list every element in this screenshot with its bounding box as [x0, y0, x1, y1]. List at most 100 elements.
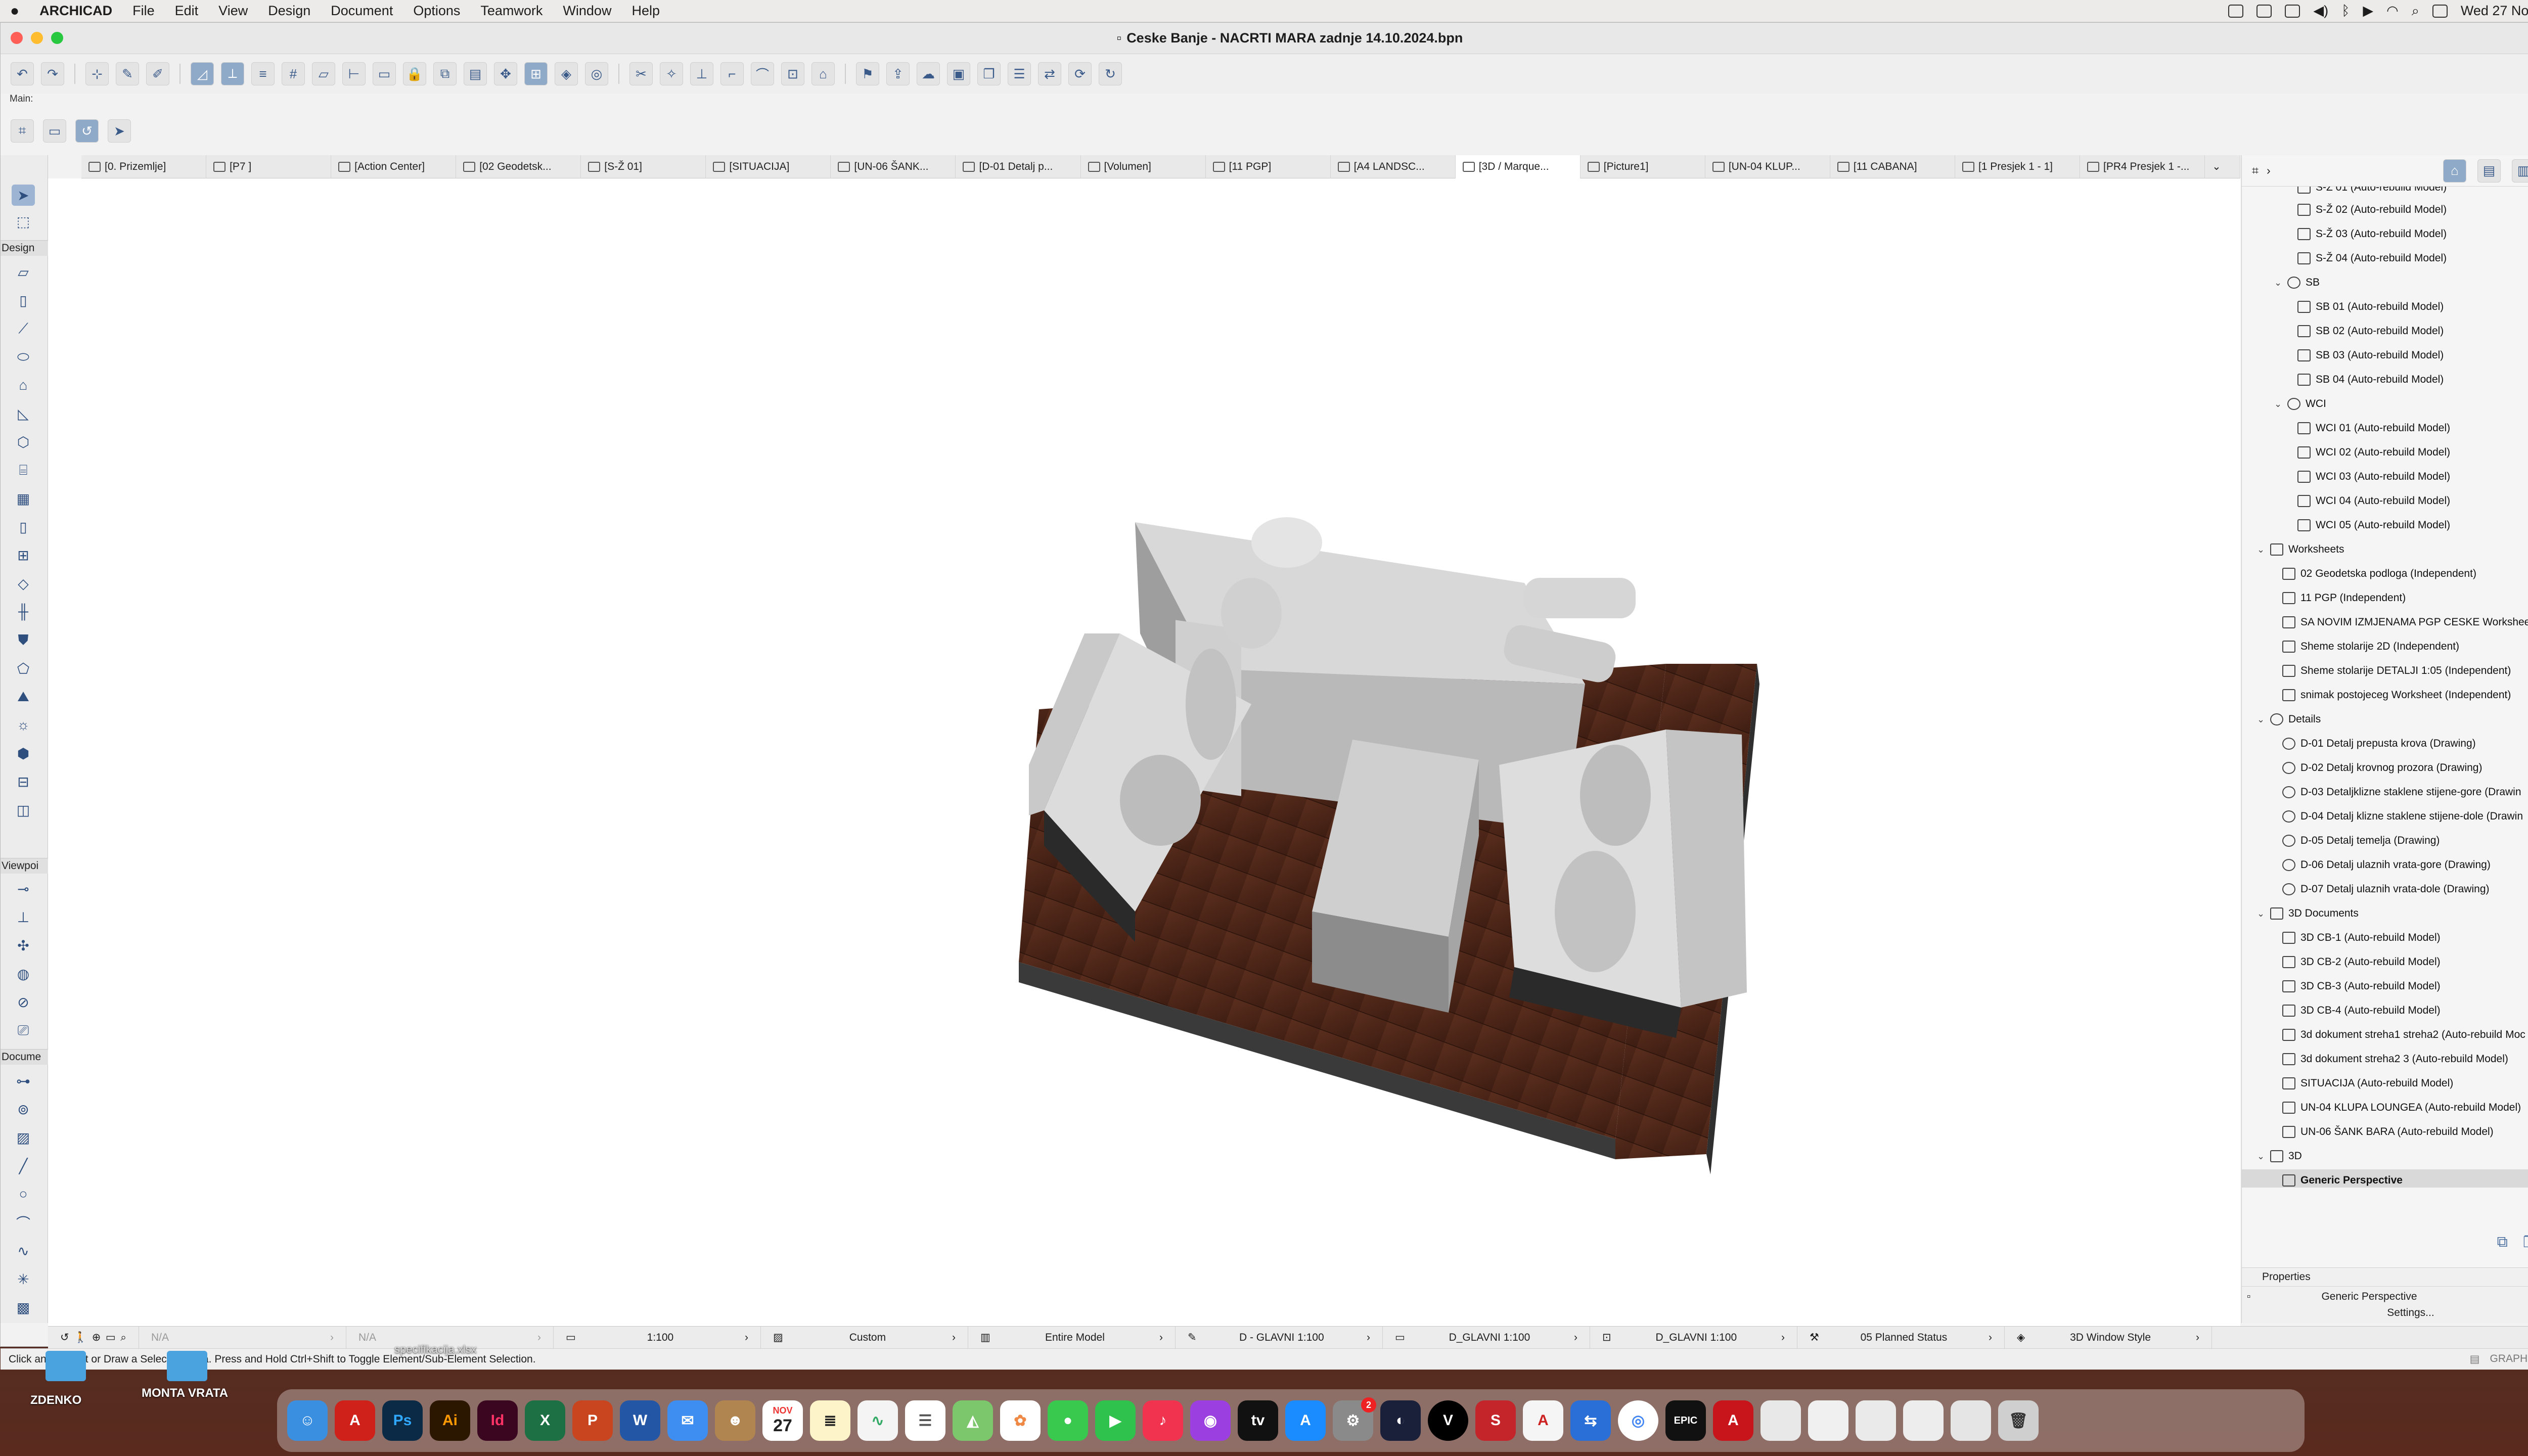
tree-item[interactable]: 3d dokument streha2 3 (Auto-rebuild Mode… — [2282, 1048, 2508, 1070]
acrobat-reader-icon[interactable]: A — [1713, 1400, 1753, 1441]
tree-item[interactable]: SITUACIJA (Auto-rebuild Model) — [2282, 1072, 2453, 1095]
tree-item[interactable]: SB 02 (Auto-rebuild Model) — [2297, 320, 2444, 342]
calendar-icon[interactable]: NOV 27 — [762, 1400, 803, 1441]
archicad-icon[interactable]: A — [1523, 1400, 1563, 1441]
view-map-icon[interactable]: ▤ — [2477, 159, 2501, 183]
photoshop-icon[interactable]: Ps — [382, 1400, 423, 1441]
tab-un04[interactable]: [UN-04 KLUP... — [1705, 155, 1830, 178]
tree-item[interactable]: S-Ž 01 (Auto-rebuild Model) — [2297, 187, 2447, 199]
zoom-window-button[interactable] — [51, 32, 63, 44]
tree-item[interactable]: WCI 05 (Auto-rebuild Model) — [2297, 514, 2450, 536]
tree-folder-wci[interactable]: ⌄ WCI — [2274, 393, 2326, 415]
document-thumbnail-icon[interactable] — [1951, 1400, 1991, 1441]
cut-icon[interactable]: ✂ — [629, 62, 653, 85]
menu-help[interactable]: Help — [621, 3, 670, 19]
equipment-tool-icon[interactable]: ⬢ — [12, 743, 35, 764]
document-thumbnail-icon[interactable] — [1856, 1400, 1896, 1441]
tree-item[interactable]: D-02 Detalj krovnog prozora (Drawing) — [2282, 757, 2482, 779]
clock[interactable]: Wed 27 Nov 13:25 — [2461, 3, 2528, 19]
align-icon[interactable]: ≡ — [251, 62, 275, 85]
split-icon[interactable]: ⊥ — [690, 62, 713, 85]
model-view-field[interactable]: ▥ Entire Model › — [968, 1326, 1176, 1349]
new-view-icon[interactable]: ⧉ — [2497, 1234, 2508, 1251]
illustrator-icon[interactable]: Ai — [430, 1400, 470, 1441]
adjust-icon[interactable]: ⌐ — [720, 62, 744, 85]
vectorworks-icon[interactable]: V — [1428, 1400, 1468, 1441]
minimize-window-button[interactable] — [31, 32, 43, 44]
settings-button[interactable]: Settings... — [2242, 1307, 2528, 1319]
acrobat-icon[interactable]: A — [335, 1400, 375, 1441]
epic-icon[interactable]: EPIC — [1665, 1400, 1706, 1441]
pen-field[interactable]: ✎ D - GLAVNI 1:100 › — [1176, 1326, 1383, 1349]
sketchup-icon[interactable]: S — [1475, 1400, 1516, 1441]
roof-tool-icon[interactable]: ⌂ — [12, 375, 35, 396]
rectangle-select-icon[interactable]: ▭ — [373, 62, 396, 85]
element-type-icon[interactable]: ⌗ — [11, 119, 34, 143]
walk-icon[interactable]: 🚶 — [74, 1332, 87, 1344]
dimension-tool-icon[interactable]: ⊶ — [12, 1070, 35, 1091]
notes-icon[interactable]: ≣ — [810, 1400, 850, 1441]
3d-model-render[interactable] — [48, 178, 2240, 1326]
fill-tool-icon[interactable]: ▨ — [12, 1127, 35, 1148]
tab-overflow-button[interactable]: ⌄ — [2205, 155, 2241, 178]
clone-view-icon[interactable]: ❐ — [2523, 1234, 2528, 1251]
tree-item[interactable]: D-03 Detaljklizne staklene stijene-gore … — [2282, 781, 2521, 803]
navigator-expand-icon[interactable]: › — [2267, 164, 2271, 177]
tree-folder-details[interactable]: ⌄ Details — [2257, 708, 2321, 731]
model-view-icon[interactable]: ▣ — [947, 62, 970, 85]
tree-item[interactable]: 3D CB-4 (Auto-rebuild Model) — [2282, 999, 2441, 1022]
line-tool-icon[interactable]: ╱ — [12, 1155, 35, 1176]
music-icon[interactable]: ♪ — [1143, 1400, 1183, 1441]
tree-item[interactable]: snimak postojeceg Worksheet (Independent… — [2282, 684, 2511, 706]
document-thumbnail-icon[interactable] — [1760, 1400, 1801, 1441]
flag-icon[interactable]: ⚑ — [856, 62, 879, 85]
layout-icon[interactable]: ▤ — [464, 62, 487, 85]
tree-item[interactable]: D-05 Detalj temelja (Drawing) — [2282, 830, 2440, 852]
publish-icon[interactable]: ⇪ — [886, 62, 910, 85]
reminders-icon[interactable]: ☰ — [905, 1400, 945, 1441]
tree-item[interactable]: UN-04 KLUPA LOUNGEA (Auto-rebuild Model) — [2282, 1097, 2521, 1119]
tree-item[interactable]: Sheme stolarije DETALJI 1:05 (Independen… — [2282, 660, 2511, 682]
undo-icon[interactable]: ↶ — [11, 62, 34, 85]
camera-tool-icon[interactable]: ⎚ — [12, 1020, 35, 1041]
menu-teamwork[interactable]: Teamwork — [470, 3, 553, 19]
tab-geodetska[interactable]: [02 Geodetsk... — [456, 155, 581, 178]
na-field-1[interactable]: N/A › — [139, 1326, 346, 1349]
circle-tool-icon[interactable]: ○ — [12, 1184, 35, 1205]
tree-item[interactable]: S-Ž 03 (Auto-rebuild Model) — [2297, 223, 2447, 245]
mesh-tool-icon[interactable]: ⛰ — [12, 686, 35, 707]
folder-icon[interactable] — [46, 1351, 86, 1381]
syringe-icon[interactable]: ✐ — [146, 62, 169, 85]
spline-tool-icon[interactable]: ∿ — [12, 1240, 35, 1261]
eyedropper-icon[interactable]: ✎ — [116, 62, 139, 85]
pen-set-field[interactable]: ▨ Custom › — [761, 1326, 968, 1349]
section-tool-icon[interactable]: ⊸ — [12, 878, 35, 899]
menu-view[interactable]: View — [208, 3, 258, 19]
finder-icon[interactable]: ☺ — [287, 1400, 328, 1441]
control-center-icon[interactable] — [2432, 4, 2448, 18]
beam-tool-icon[interactable]: ⟋ — [12, 318, 35, 339]
dimension-field[interactable]: ⊡ D_GLAVNI 1:100 › — [1590, 1326, 1797, 1349]
document-thumbnail-icon[interactable] — [1903, 1400, 1944, 1441]
status-display-icon[interactable] — [2285, 4, 2300, 18]
contacts-icon[interactable]: ☻ — [715, 1400, 755, 1441]
tree-item[interactable]: WCI 01 (Auto-rebuild Model) — [2297, 417, 2450, 439]
status-cast-icon[interactable] — [2256, 4, 2272, 18]
send-icon[interactable]: ⇄ — [1038, 62, 1061, 85]
tree-item[interactable]: 3d dokument streha1 streha2 (Auto-rebuil… — [2282, 1024, 2525, 1046]
search-icon[interactable]: ⌕ — [2412, 3, 2419, 19]
settings-icon[interactable]: ⚙ 2 — [1333, 1397, 1376, 1441]
indesign-icon[interactable]: Id — [477, 1400, 518, 1441]
photos-icon[interactable]: ✿ — [1000, 1400, 1041, 1441]
column-tool-icon[interactable]: ▯ — [12, 290, 35, 311]
tree-item[interactable]: D-06 Detalj ulaznih vrata-gore (Drawing) — [2282, 854, 2491, 876]
menu-edit[interactable]: Edit — [165, 3, 209, 19]
renovation-field[interactable]: ⚒ 05 Planned Status › — [1797, 1326, 2005, 1349]
close-window-button[interactable] — [11, 32, 23, 44]
tree-item[interactable]: 3D CB-1 (Auto-rebuild Model) — [2282, 927, 2441, 949]
arrow-tool-icon[interactable]: ➤ — [108, 119, 131, 143]
lamp-tool-icon[interactable]: ☼ — [12, 714, 35, 736]
tab-situacija[interactable]: [SITUACIJA] — [706, 155, 831, 178]
excel-icon[interactable]: X — [525, 1400, 565, 1441]
tab-un06[interactable]: [UN-06 ŠANK... — [831, 155, 956, 178]
